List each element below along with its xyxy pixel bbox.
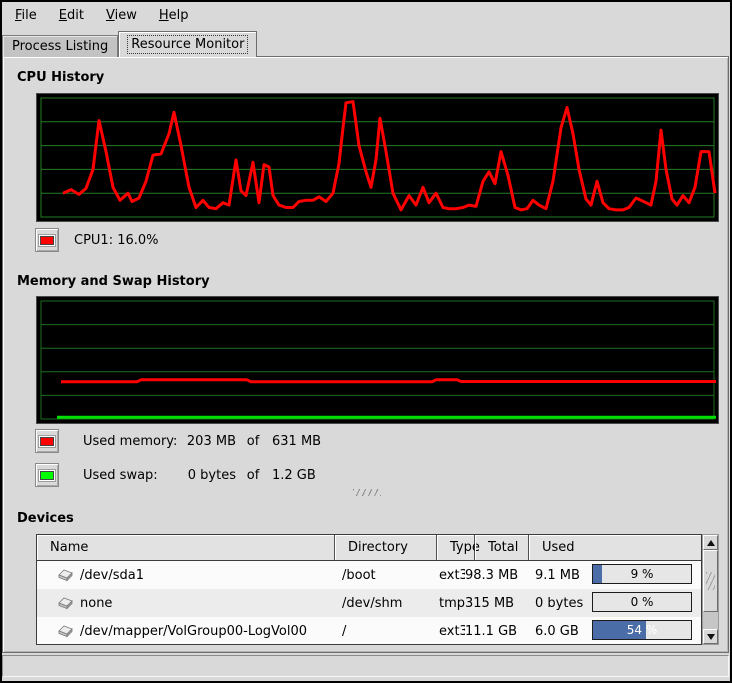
device-type-cell: ext3 xyxy=(437,624,465,639)
device-used-value: 6.0 GB xyxy=(535,624,579,639)
disk-usage-percent: 0 % xyxy=(593,593,691,611)
column-header-directory[interactable]: Directory xyxy=(335,535,437,560)
app-window: FileEditViewHelp Process Listing Resource… xyxy=(0,0,732,683)
color-swatch-button[interactable] xyxy=(35,463,59,487)
memory-swap-graph xyxy=(36,296,719,424)
menu-item-file[interactable]: File xyxy=(4,4,48,27)
menubar: FileEditViewHelp xyxy=(2,2,730,29)
cpu-legend: CPU1: 16.0% xyxy=(35,228,159,252)
legend-label: Used memory: xyxy=(83,434,181,449)
tab-label: Resource Monitor xyxy=(128,36,247,53)
device-name-cell: none xyxy=(37,596,335,611)
tab-bar: Process Listing Resource Monitor xyxy=(2,31,257,57)
device-type-cell: ext3 xyxy=(437,568,465,583)
resource-monitor-panel: CPU History CPU1: 16.0% Memory and Swap … xyxy=(2,56,729,653)
device-row--dev-mapper-volgroup00-logvol00[interactable]: /dev/mapper/VolGroup00-LogVol00 /ext311.1… xyxy=(37,617,701,645)
column-header-total[interactable]: Total xyxy=(475,535,529,560)
scrollbar-thumb[interactable] xyxy=(703,550,718,612)
device-total-cell: 11.1 GB xyxy=(465,624,529,639)
device-used-cell: 0 bytes 0 % xyxy=(529,589,701,617)
column-header-name[interactable]: Name xyxy=(37,535,335,560)
legend-total-value: 631 MB xyxy=(272,434,321,449)
device-name: none xyxy=(80,596,112,611)
status-bar xyxy=(2,655,729,677)
disk-usage-percent: 54 % xyxy=(593,621,691,639)
devices-table: NameDirectoryTypeTotalUsed /dev/sda1/boo… xyxy=(36,534,702,645)
cpu-color-swatch xyxy=(40,236,54,245)
color-swatch xyxy=(40,437,54,446)
device-name-cell: /dev/mapper/VolGroup00-LogVol00 xyxy=(37,624,335,639)
cpu-history-graph xyxy=(36,93,719,222)
disk-usage-bar: 54 % xyxy=(592,620,692,640)
drive-icon xyxy=(57,596,73,610)
device-row--dev-sda1[interactable]: /dev/sda1/bootext398.3 MB 9.1 MB 9 % xyxy=(37,561,701,589)
devices-scrollbar[interactable] xyxy=(702,534,719,645)
cpu-legend-label: CPU1: 16.0% xyxy=(74,233,159,248)
menu-item-edit[interactable]: Edit xyxy=(48,4,95,27)
swatch-frame xyxy=(38,469,56,482)
tab-resource-monitor[interactable]: Resource Monitor xyxy=(118,31,257,57)
device-used-cell: 6.0 GB 54 % xyxy=(529,617,701,645)
arrow-up-icon xyxy=(707,540,715,546)
color-swatch-button[interactable] xyxy=(35,429,59,453)
device-directory-cell: /dev/shm xyxy=(335,596,437,611)
drive-icon xyxy=(57,568,73,582)
scroll-up-button[interactable] xyxy=(703,535,718,550)
device-directory-cell: / xyxy=(335,624,437,639)
cpu-history-title: CPU History xyxy=(17,70,104,85)
drive-icon xyxy=(57,624,73,638)
device-used-value: 0 bytes xyxy=(535,596,583,611)
device-used-value: 9.1 MB xyxy=(535,568,580,583)
menu-item-help[interactable]: Help xyxy=(148,4,200,27)
legend-label: Used swap: xyxy=(83,468,181,483)
device-type-cell: tmpfs xyxy=(437,596,465,611)
legend-total-value: 1.2 GB xyxy=(272,468,316,483)
legend-used-value: 0 bytes xyxy=(181,468,236,483)
device-total-cell: 98.3 MB xyxy=(465,568,529,583)
device-total-cell: 315 MB xyxy=(465,596,529,611)
disk-usage-bar: 0 % xyxy=(592,592,692,612)
legend-used-value: 203 MB xyxy=(181,434,236,449)
disk-usage-bar: 9 % xyxy=(592,564,692,584)
column-header-type[interactable]: Type xyxy=(437,535,475,560)
color-swatch xyxy=(40,471,54,480)
cpu-color-swatch-button[interactable] xyxy=(35,228,59,252)
column-header-used[interactable]: Used xyxy=(529,535,701,560)
tab-process-listing[interactable]: Process Listing xyxy=(2,35,118,57)
swatch-frame xyxy=(38,435,56,448)
memory-history-title: Memory and Swap History xyxy=(17,274,210,289)
legend-row-used-swap: Used swap:0 bytes of 1.2 GB xyxy=(35,463,316,487)
devices-title: Devices xyxy=(17,511,74,526)
legend-row-used-memory: Used memory:203 MB of 631 MB xyxy=(35,429,321,453)
devices-table-header: NameDirectoryTypeTotalUsed xyxy=(37,535,701,561)
legend-of-word: of xyxy=(240,468,266,483)
arrow-down-icon xyxy=(707,634,715,640)
tab-label: Process Listing xyxy=(12,39,108,54)
device-directory-cell: /boot xyxy=(335,568,437,583)
device-used-cell: 9.1 MB 9 % xyxy=(529,561,701,589)
pane-resize-grip[interactable] xyxy=(353,489,381,496)
device-row-none[interactable]: none/dev/shmtmpfs315 MB 0 bytes 0 % xyxy=(37,589,701,617)
menu-item-view[interactable]: View xyxy=(95,4,148,27)
device-name-cell: /dev/sda1 xyxy=(37,568,335,583)
disk-usage-percent: 9 % xyxy=(593,565,691,583)
device-name: /dev/mapper/VolGroup00-LogVol00 xyxy=(80,624,307,639)
scroll-down-button[interactable] xyxy=(703,629,718,644)
devices-table-body: /dev/sda1/bootext398.3 MB9.1 MB9 %none/d… xyxy=(37,561,701,645)
legend-of-word: of xyxy=(240,434,266,449)
device-name: /dev/sda1 xyxy=(80,568,144,583)
swatch-frame xyxy=(38,234,56,247)
thumb-grip-icon xyxy=(706,572,715,590)
